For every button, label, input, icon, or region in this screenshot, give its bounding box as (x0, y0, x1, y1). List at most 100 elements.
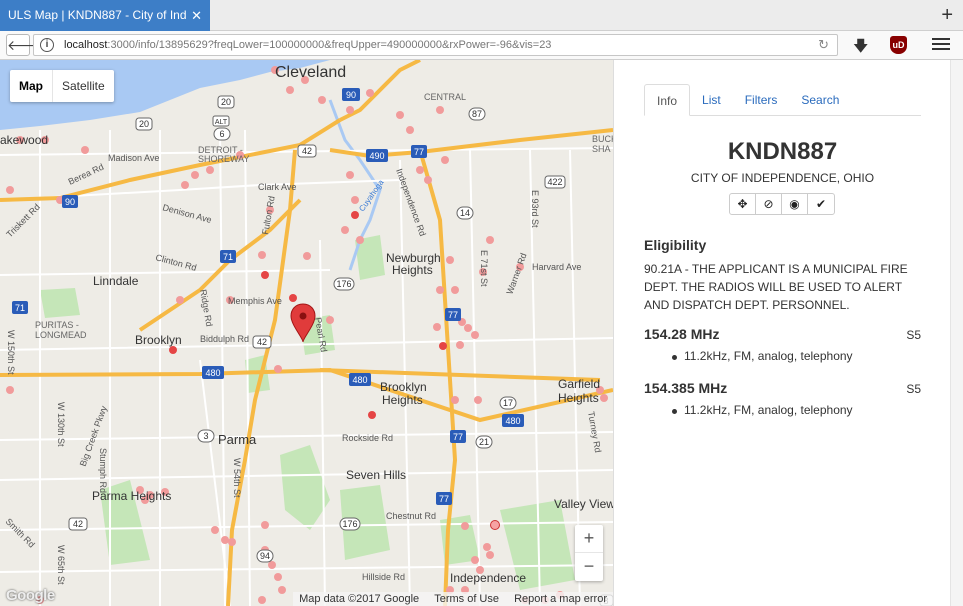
svg-text:Rockside Rd: Rockside Rd (342, 433, 393, 443)
svg-text:422: 422 (547, 177, 562, 187)
svg-text:Heights: Heights (392, 263, 433, 277)
svg-text:E 71st St: E 71st St (479, 250, 489, 287)
svg-text:E 93rd St: E 93rd St (530, 190, 540, 228)
svg-text:94: 94 (260, 551, 270, 561)
park-areas (40, 235, 575, 590)
map-svg: 90 490 77 90 71 71 480 480 480 77 77 77 … (0, 60, 613, 606)
svg-text:W 54th St: W 54th St (232, 458, 242, 498)
i71-shield: 71 (223, 252, 233, 262)
tab-search[interactable]: Search (789, 84, 851, 115)
ban-icon[interactable]: ⊘ (756, 194, 782, 214)
i71-west-shield: 71 (15, 303, 25, 313)
svg-text:ALT: ALT (215, 119, 228, 126)
frequency-item: 154.28 MHz S5 11.2kHz, FM, analog, telep… (644, 326, 921, 376)
close-icon[interactable]: ✕ (191, 0, 202, 31)
selected-station-dot (490, 520, 500, 530)
frequency-details: 11.2kHz, FM, analog, telephony (672, 403, 853, 417)
frequency-mhz: 154.385 MHz (644, 380, 728, 396)
i90-shield: 90 (346, 90, 356, 100)
station-class: S5 (906, 328, 921, 342)
svg-text:BUCK: BUCK (592, 134, 613, 144)
map-data-attribution: Map data ©2017 Google (299, 593, 420, 605)
svg-text:Parma: Parma (218, 432, 257, 447)
svg-text:Ridge Rd: Ridge Rd (198, 289, 214, 328)
map-footer-links: Map data ©2017 Google Terms of Use Repor… (293, 592, 613, 606)
map-footer: Google Map data ©2017 Google Terms of Us… (0, 587, 613, 606)
map-type-control: Map Satellite (10, 70, 114, 102)
crosshairs-icon[interactable]: ✥ (730, 194, 756, 214)
svg-text:W 150th St: W 150th St (6, 330, 16, 375)
svg-text:W 65th St: W 65th St (56, 545, 66, 585)
i77-shield: 77 (414, 147, 424, 157)
zoom-in-button[interactable]: + (575, 525, 603, 553)
panel-tabs: Info List Filters Search (644, 84, 921, 116)
svg-text:Triskett Rd: Triskett Rd (4, 202, 42, 240)
svg-text:Denison Ave: Denison Ave (161, 202, 212, 225)
browser-nav-bar: 🡐 i localhost:3000/info/13895629?freqLow… (0, 31, 963, 60)
svg-text:PURITAS -: PURITAS - (35, 320, 79, 330)
svg-text:Brooklyn: Brooklyn (380, 380, 427, 394)
browser-tab[interactable]: ULS Map | KNDN887 - City of Independence… (0, 0, 210, 31)
panel-scrollbar[interactable] (950, 60, 963, 606)
svg-text:Stumph Rd: Stumph Rd (98, 448, 108, 493)
tab-info[interactable]: Info (644, 84, 691, 116)
check-icon[interactable]: ✔ (808, 194, 834, 214)
svg-text:LONGMEAD: LONGMEAD (35, 330, 87, 340)
eligibility-heading: Eligibility (644, 237, 707, 253)
svg-text:20: 20 (139, 119, 149, 129)
tab-list[interactable]: List (690, 84, 733, 115)
svg-text:Garfield: Garfield (558, 377, 600, 391)
i480-far-east-shield: 480 (505, 416, 520, 426)
report-map-error-link[interactable]: Report a map error (514, 593, 607, 605)
info-icon[interactable]: i (40, 38, 54, 52)
url-text: localhost:3000/info/13895629?freqLower=1… (64, 39, 552, 51)
i490-shield: 490 (369, 151, 384, 161)
zoom-out-button[interactable]: − (575, 553, 603, 581)
svg-text:Memphis Ave: Memphis Ave (228, 296, 282, 306)
new-tab-icon[interactable]: + (941, 3, 953, 27)
svg-text:87: 87 (472, 109, 482, 119)
i480-east-shield: 480 (352, 375, 367, 385)
svg-text:17: 17 (503, 398, 513, 408)
svg-text:Madison Ave: Madison Ave (108, 153, 159, 163)
i90-west-shield: 90 (65, 197, 75, 207)
ublock-icon[interactable]: uD (890, 36, 907, 54)
licensee-name: CITY OF INDEPENDENCE, OHIO (690, 171, 875, 185)
browser-tab-bar: ULS Map | KNDN887 - City of Independence… (0, 0, 963, 31)
svg-text:Valley View: Valley View (554, 497, 613, 511)
svg-text:176: 176 (336, 279, 351, 289)
eligibility-text: 90.21A - THE APPLICANT IS A MUNICIPAL FI… (644, 262, 908, 312)
reload-icon[interactable]: ↻ (818, 35, 829, 55)
svg-text:Cuyahoga: Cuyahoga (357, 178, 386, 213)
map-type-map-button[interactable]: Map (10, 70, 53, 102)
svg-text:20: 20 (221, 97, 231, 107)
svg-text:W 130th St: W 130th St (56, 402, 66, 447)
svg-text:42: 42 (257, 337, 267, 347)
url-bar[interactable]: i localhost:3000/info/13895629?freqLower… (33, 34, 838, 56)
svg-text:Biddulph Rd: Biddulph Rd (200, 334, 249, 344)
back-arrow-icon[interactable]: 🡐 (6, 34, 45, 56)
label-independence: Independence (450, 571, 526, 585)
svg-text:Clark Ave: Clark Ave (258, 182, 296, 192)
google-logo[interactable]: Google (6, 587, 55, 604)
svg-text:176: 176 (342, 519, 357, 529)
i77-far-south-shield: 77 (439, 494, 449, 504)
download-icon[interactable]: 🡇 (853, 36, 868, 61)
callsign-title: KNDN887 (727, 138, 838, 165)
tab-filters[interactable]: Filters (733, 84, 790, 115)
terms-of-use-link[interactable]: Terms of Use (434, 593, 499, 605)
eye-icon[interactable]: ◉ (782, 194, 808, 214)
map-canvas[interactable]: 90 490 77 90 71 71 480 480 480 77 77 77 … (0, 60, 613, 606)
svg-text:3: 3 (203, 431, 208, 441)
hamburger-menu-icon[interactable] (932, 36, 950, 52)
frequency-details: 11.2kHz, FM, analog, telephony (672, 349, 853, 363)
svg-text:Brooklyn: Brooklyn (135, 333, 182, 347)
label-cleveland: Cleveland (275, 64, 346, 81)
svg-text:21: 21 (479, 437, 489, 447)
svg-text:Harvard Ave: Harvard Ave (532, 262, 581, 272)
svg-text:6: 6 (219, 129, 224, 139)
map-type-satellite-button[interactable]: Satellite (53, 70, 114, 102)
frequency-mhz: 154.28 MHz (644, 326, 720, 342)
svg-text:Warner Rd: Warner Rd (504, 252, 528, 296)
svg-text:Smith Rd: Smith Rd (4, 516, 37, 549)
